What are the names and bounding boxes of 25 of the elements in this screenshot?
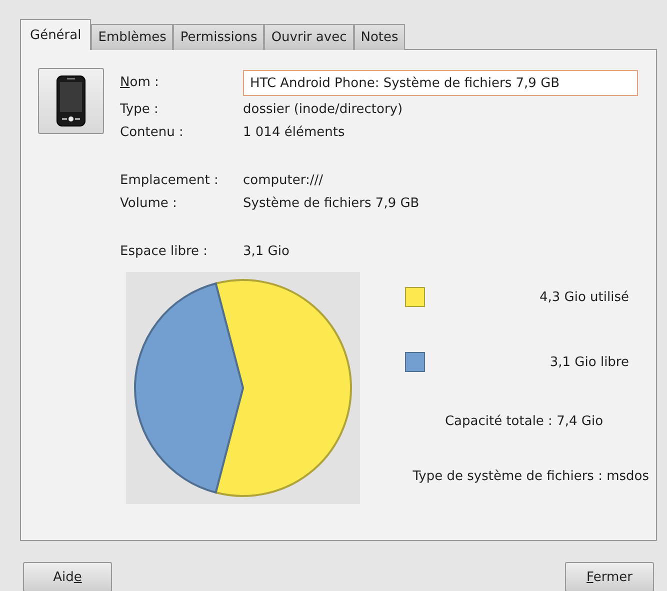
- field-label: Nom :: [120, 74, 160, 92]
- field-value: 1 014 éléments: [243, 124, 346, 142]
- field-label: Volume :: [120, 195, 178, 213]
- field-label: Type :: [120, 101, 160, 119]
- field-value: Système de fichiers 7,9 GB: [243, 195, 420, 213]
- field-value: computer:///: [243, 172, 324, 190]
- filesystem-type: Type de système de fichiers : msdos: [412, 469, 649, 484]
- tab[interactable]: Notes: [354, 24, 406, 50]
- tab[interactable]: Ouvrir avec: [264, 24, 354, 50]
- field-value: 3,1 Gio: [243, 243, 290, 261]
- dialog-button[interactable]: Fermer: [565, 562, 654, 591]
- field-label: Contenu :: [120, 124, 184, 142]
- phone-icon: [56, 75, 86, 127]
- dialog-button[interactable]: Aide: [23, 562, 112, 591]
- tab[interactable]: Permissions: [173, 24, 264, 50]
- field-label: Espace libre :: [120, 243, 209, 261]
- icon-button[interactable]: [38, 68, 104, 134]
- field-value: dossier (inode/directory): [243, 101, 404, 119]
- legend-label: 4,3 Gio utilisé: [539, 290, 629, 304]
- tab[interactable]: Emblèmes: [91, 24, 174, 50]
- legend-label: 3,1 Gio libre: [550, 354, 629, 370]
- total-capacity: Capacité totale : 7,4 Gio: [444, 414, 604, 429]
- tab[interactable]: Général: [20, 19, 92, 50]
- name-field[interactable]: HTC Android Phone: Système de fichiers 7,9 GB: [243, 70, 638, 96]
- field-label: Emplacement :: [120, 172, 220, 190]
